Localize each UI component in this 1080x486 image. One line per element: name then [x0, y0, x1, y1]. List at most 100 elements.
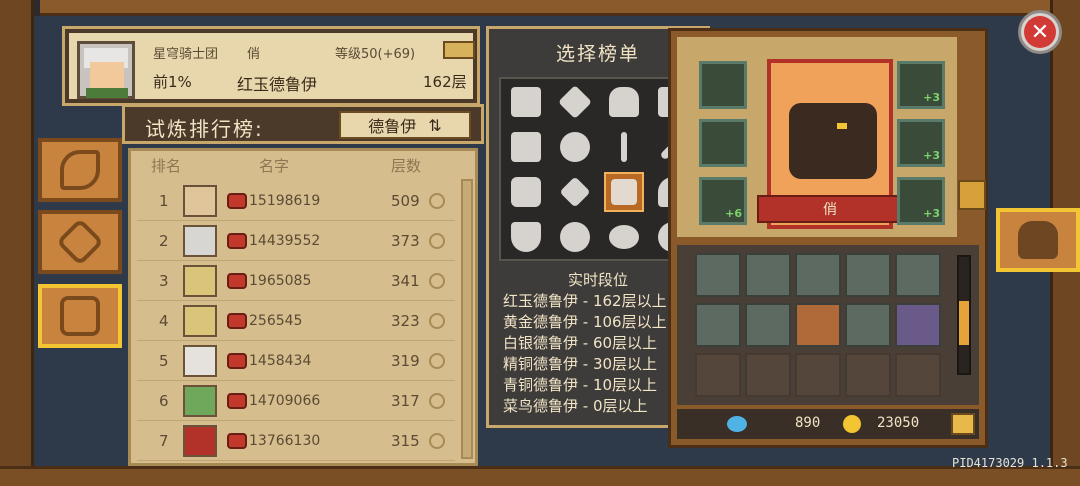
tier-item: 精铜德鲁伊 - 30层以上 [503, 355, 658, 373]
tier-item: 白银德鲁伊 - 60层以上 [503, 334, 658, 352]
equip-slot-left-2[interactable] [699, 119, 747, 167]
shield-class-icon[interactable] [501, 214, 550, 259]
class-selector-label: 德鲁伊 [368, 117, 417, 136]
equip-slot-right-3[interactable]: +3 [897, 177, 945, 225]
inventory-slot[interactable] [845, 303, 891, 347]
bag-button[interactable] [951, 413, 975, 435]
row-rank: 3 [159, 271, 169, 290]
inventory-slot[interactable] [795, 303, 841, 347]
helmet-tab-button[interactable] [996, 208, 1080, 272]
equip-slot-right-2[interactable]: +3 [897, 119, 945, 167]
row-uid: 14439552 [249, 232, 321, 249]
row-floors: 341 [391, 271, 420, 290]
inventory-scrollbar[interactable] [957, 255, 971, 375]
equip-slot-left-3[interactable]: +6 [699, 177, 747, 225]
swirl-class-icon[interactable] [550, 214, 599, 259]
close-button[interactable]: ✕ [1018, 10, 1062, 54]
player-avatar[interactable] [77, 41, 135, 99]
guild-name: 星穹骑士团 [153, 47, 219, 62]
trial-leaderboard-bar: 试炼排行榜: 德鲁伊 ⇅ [122, 104, 484, 144]
player-profile-card: 星穹骑士团 俏 等级50(+69) 前1% 红玉德鲁伊 162层 [62, 26, 480, 106]
compass-class-icon[interactable] [550, 79, 599, 124]
castle-class-icon[interactable] [501, 124, 550, 169]
inventory-slot-empty[interactable] [845, 353, 891, 397]
inventory-slot-empty[interactable] [795, 353, 841, 397]
knight-class-icon[interactable] [501, 79, 550, 124]
row-avatar [183, 425, 217, 457]
frame-left [0, 0, 34, 486]
inventory-slot[interactable] [695, 253, 741, 297]
scrollbar-thumb[interactable] [959, 301, 969, 345]
tier-item: 黄金德鲁伊 - 106层以上 [503, 313, 667, 331]
inspect-icon[interactable] [429, 433, 445, 449]
inventory-slot-empty[interactable] [895, 353, 941, 397]
diamond-tab-button[interactable] [38, 210, 122, 274]
profile-inner: 星穹骑士团 俏 等级50(+69) 前1% 红玉德鲁伊 162层 [69, 33, 475, 99]
vortex-class-icon[interactable] [550, 124, 599, 169]
eye-class-icon[interactable] [599, 214, 648, 259]
tier-item: 红玉德鲁伊 - 162层以上 [503, 292, 667, 310]
player-id-version: PID4173029 1.1.3 [952, 456, 1068, 470]
inventory-slot[interactable] [845, 253, 891, 297]
inspect-icon[interactable] [429, 313, 445, 329]
close-icon: ✕ [1024, 16, 1056, 48]
diamond-icon [55, 217, 105, 267]
inspect-icon[interactable] [429, 353, 445, 369]
leaf-tab-button[interactable] [38, 138, 122, 202]
equip-slot-right-1[interactable]: +3 [897, 61, 945, 109]
row-avatar [183, 345, 217, 377]
inventory-slot[interactable] [745, 303, 791, 347]
druid-class-icon[interactable] [599, 169, 648, 214]
hexagon-class-icon[interactable] [501, 169, 550, 214]
table-row[interactable]: 2 14439552 373 [137, 221, 455, 261]
player-tier: 红玉德鲁伊 [237, 75, 318, 94]
class-selector-button[interactable]: 德鲁伊 ⇅ [339, 111, 471, 139]
inspect-icon[interactable] [429, 193, 445, 209]
avatar-body [86, 88, 128, 98]
leaderboard-tab-button[interactable] [38, 284, 122, 348]
leaderboard-scrollbar[interactable] [461, 179, 473, 459]
inventory-slot[interactable] [695, 303, 741, 347]
table-row[interactable]: 7 13766130 315 [137, 421, 455, 461]
row-avatar [183, 225, 217, 257]
row-uid: 15198619 [249, 192, 321, 209]
header-floors: 层数 [391, 156, 422, 175]
helmet-class-icon[interactable] [599, 79, 648, 124]
inspect-icon[interactable] [429, 393, 445, 409]
player-floor: 162层 [423, 73, 467, 91]
swords-class-icon[interactable] [599, 124, 648, 169]
table-row[interactable]: 4 256545 323 [137, 301, 455, 341]
panel-tab-arrow-icon[interactable] [958, 180, 986, 210]
row-rank: 5 [159, 351, 169, 370]
inventory-slot[interactable] [745, 253, 791, 297]
player-title: 俏 [247, 47, 261, 62]
bear-hero-sprite [789, 103, 877, 179]
row-rank: 7 [159, 431, 169, 450]
inventory-slot[interactable] [795, 253, 841, 297]
gift-box-icon [227, 393, 247, 409]
equip-slot-left-1[interactable] [699, 61, 747, 109]
slot-bonus: +3 [923, 91, 940, 104]
frame-top [40, 0, 1050, 16]
table-row[interactable]: 6 14709066 317 [137, 381, 455, 421]
star-class-icon[interactable] [550, 169, 599, 214]
inventory-slot-empty[interactable] [695, 353, 741, 397]
avatar-face [90, 62, 124, 88]
coin-icon [843, 415, 861, 433]
table-row[interactable]: 3 1965085 341 [137, 261, 455, 301]
table-row[interactable]: 1 15198619 509 [137, 181, 455, 221]
header-rank: 排名 [151, 156, 182, 175]
row-floors: 319 [391, 351, 420, 370]
inspect-icon[interactable] [429, 233, 445, 249]
slot-bonus: +3 [923, 149, 940, 162]
header-name: 名字 [259, 156, 290, 175]
inventory-slot[interactable] [895, 303, 941, 347]
hero-name-ribbon: 俏 [757, 195, 903, 223]
inventory-slot-empty[interactable] [745, 353, 791, 397]
row-floors: 509 [391, 191, 420, 210]
inventory-slot[interactable] [895, 253, 941, 297]
player-level: 等级50(+69) [335, 47, 416, 62]
leaderboard-rows: 1 15198619 509 2 14439552 373 3 1965085 … [137, 181, 455, 461]
inspect-icon[interactable] [429, 273, 445, 289]
table-row[interactable]: 5 1458434 319 [137, 341, 455, 381]
